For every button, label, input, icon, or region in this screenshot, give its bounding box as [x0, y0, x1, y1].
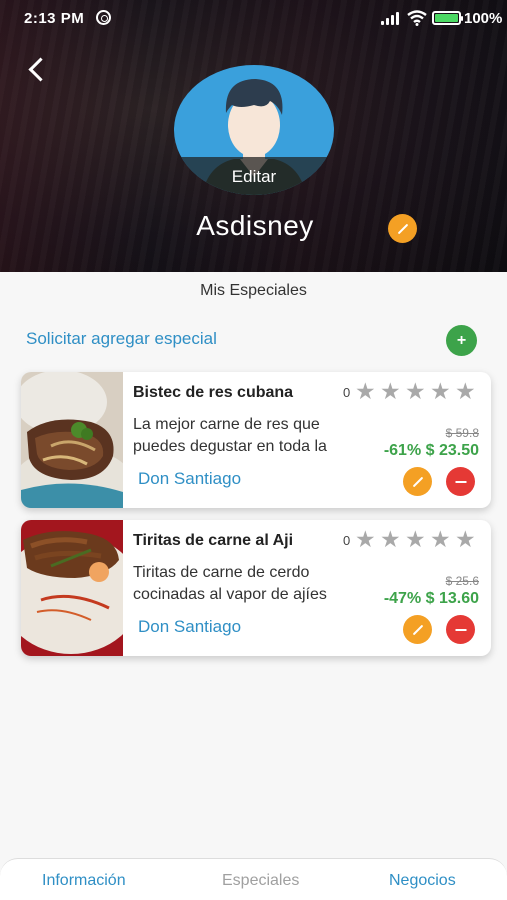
plus-icon: +: [456, 331, 467, 349]
special-title: Tiritas de carne al Aji: [133, 532, 294, 549]
old-price: $ 25.6: [445, 574, 479, 588]
delete-special-button[interactable]: [446, 467, 475, 496]
special-card[interactable]: Tiritas de carne al Aji 0 ★ ★ ★ ★ ★ Tiri…: [21, 520, 491, 656]
description-line: puedes degustar en toda la: [133, 438, 327, 455]
old-price: $ 59.8: [445, 426, 479, 440]
description-line: Tiritas de carne de cerdo: [133, 564, 310, 581]
discount-price: -47% $ 13.60: [383, 590, 479, 607]
discount-price: -61% $ 23.50: [383, 442, 479, 459]
special-description: Tiritas de carne de cerdo cocinadas al v…: [133, 562, 373, 606]
special-card[interactable]: Bistec de res cubana 0 ★ ★ ★ ★ ★ La mejo…: [21, 372, 491, 508]
description-line: cocinadas al vapor de ajíes: [133, 586, 327, 603]
edit-special-button[interactable]: [403, 615, 432, 644]
pencil-icon: [397, 223, 408, 234]
back-arrow-icon[interactable]: [26, 58, 48, 80]
request-special-link[interactable]: Solicitar agregar especial: [26, 329, 217, 349]
star-icon[interactable]: ★: [355, 380, 376, 403]
star-icon[interactable]: ★: [430, 380, 451, 403]
rating-count: 0: [343, 385, 351, 400]
avatar[interactable]: Editar: [174, 65, 334, 195]
star-icon[interactable]: ★: [355, 528, 376, 551]
edit-name-button[interactable]: [388, 214, 417, 243]
star-icon[interactable]: ★: [405, 528, 426, 551]
edit-photo-label[interactable]: Editar: [174, 157, 334, 195]
profile-header: 2:13 PM 100% Editar Asdisney: [0, 0, 507, 272]
star-icon[interactable]: ★: [455, 380, 476, 403]
tab-informacion[interactable]: Información: [42, 872, 126, 890]
special-image: [21, 520, 123, 656]
delete-special-button[interactable]: [446, 615, 475, 644]
status-bar: 2:13 PM 100%: [0, 0, 507, 36]
bottom-tab-bar: Información Especiales Negocios: [0, 858, 507, 900]
minus-icon: [455, 480, 466, 483]
rating-count: 0: [343, 533, 351, 548]
edit-special-button[interactable]: [403, 467, 432, 496]
star-icon[interactable]: ★: [430, 528, 451, 551]
minus-icon: [455, 628, 466, 631]
wifi-icon: [407, 10, 427, 26]
add-special-button[interactable]: +: [446, 325, 477, 356]
status-time: 2:13 PM: [24, 10, 85, 27]
star-icon[interactable]: ★: [380, 380, 401, 403]
star-icon[interactable]: ★: [380, 528, 401, 551]
special-description: La mejor carne de res que puedes degusta…: [133, 414, 373, 458]
tab-especiales[interactable]: Especiales: [222, 872, 299, 890]
signal-icon: [381, 12, 401, 25]
tab-negocios[interactable]: Negocios: [389, 872, 456, 890]
star-icon[interactable]: ★: [405, 380, 426, 403]
battery-text: 100%: [464, 10, 503, 27]
vendor-link[interactable]: Don Santiago: [138, 617, 241, 637]
vendor-link[interactable]: Don Santiago: [138, 469, 241, 489]
description-line: La mejor carne de res que: [133, 416, 320, 433]
pencil-icon: [412, 624, 423, 635]
star-icon[interactable]: ★: [455, 528, 476, 551]
pencil-icon: [412, 476, 423, 487]
section-title: Mis Especiales: [200, 282, 307, 299]
special-image: [21, 372, 123, 508]
battery-icon: [432, 11, 463, 25]
profile-name: Asdisney: [196, 210, 314, 241]
sync-icon: [96, 10, 111, 25]
special-title: Bistec de res cubana: [133, 384, 294, 401]
